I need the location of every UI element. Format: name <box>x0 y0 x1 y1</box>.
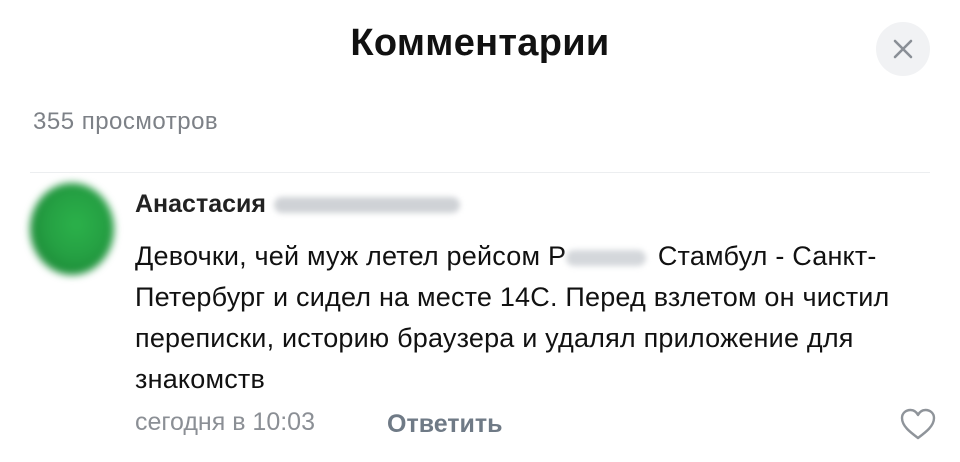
reply-button[interactable]: Ответить <box>387 410 503 439</box>
views-count: 355 просмотров <box>33 108 219 135</box>
close-button[interactable] <box>876 22 930 76</box>
author-name: Анастасия <box>135 190 266 218</box>
heart-outline-icon <box>900 408 936 440</box>
close-icon <box>893 39 913 59</box>
author-surname-redacted <box>273 197 460 214</box>
like-button[interactable] <box>898 406 938 442</box>
comment-text-part-1: Девочки, чей муж летел рейсом Р <box>135 241 567 271</box>
avatar[interactable] <box>30 183 114 275</box>
page-title: Комментарии <box>350 22 610 64</box>
comment-author[interactable]: Анастасия <box>135 190 460 219</box>
comment-text: Девочки, чей муж летел рейсом Р Стамбул … <box>135 236 905 400</box>
flight-number-redacted <box>566 249 647 266</box>
divider <box>30 172 930 173</box>
comment-timestamp: сегодня в 10:03 <box>135 408 315 436</box>
